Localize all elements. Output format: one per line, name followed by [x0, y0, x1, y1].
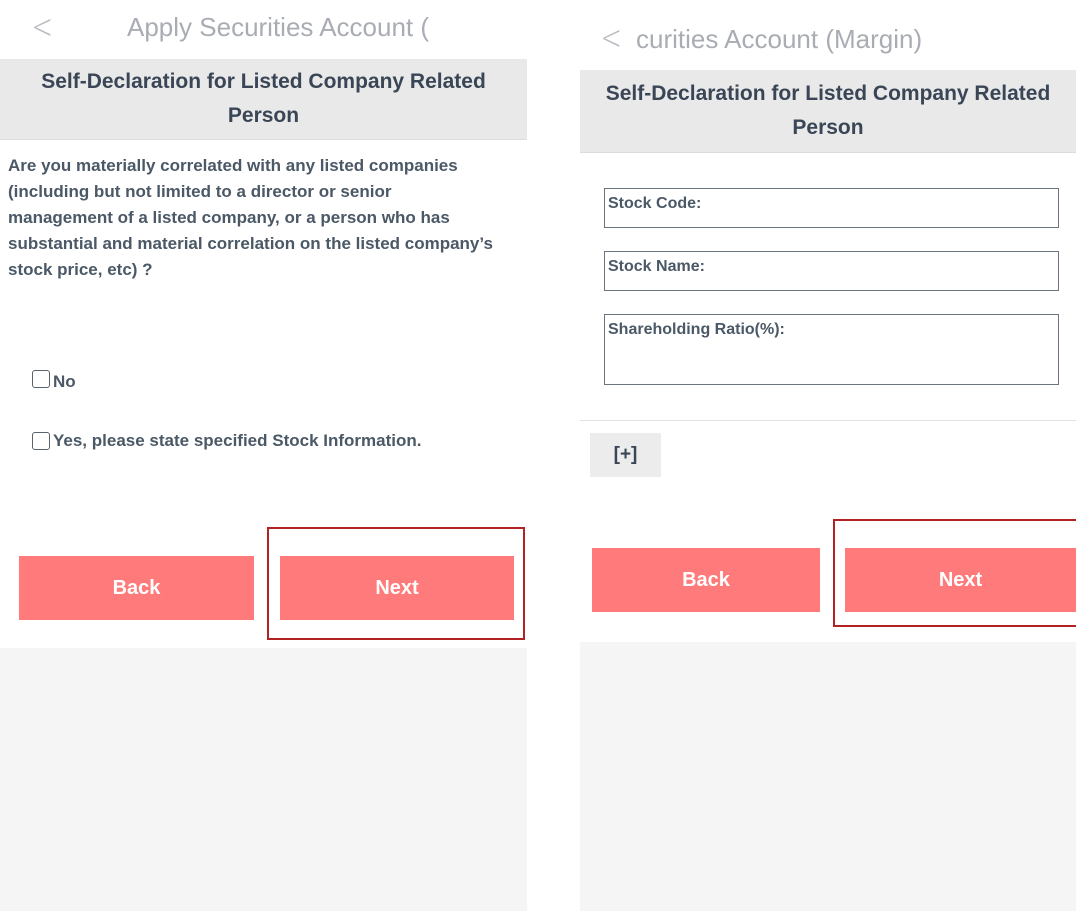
checkbox-unchecked-icon[interactable]: [32, 370, 50, 388]
stock-name-field[interactable]: Stock Name:: [604, 251, 1059, 291]
page-title: curities Account (Margin): [636, 24, 923, 54]
back-button[interactable]: Back: [19, 556, 254, 620]
add-stock-button[interactable]: [+]: [590, 433, 661, 477]
section-header: Self-Declaration for Listed Company Rela…: [580, 70, 1076, 153]
option-yes-label: Yes, please state specified Stock Inform…: [53, 431, 422, 450]
question-text: Are you materially correlated with any l…: [8, 156, 493, 279]
divider: [580, 420, 1076, 421]
shareholding-ratio-label: Shareholding Ratio(%):: [608, 321, 785, 338]
stock-code-label: Stock Code:: [608, 195, 702, 212]
empty-area: [580, 642, 1076, 911]
empty-area: [0, 648, 527, 911]
section-header-text: Self-Declaration for Listed Company Rela…: [41, 70, 486, 127]
section-header: Self-Declaration for Listed Company Rela…: [0, 59, 527, 140]
back-button[interactable]: Back: [592, 548, 820, 612]
right-screen: < curities Account (Margin) Self-Declara…: [580, 0, 1076, 911]
stock-name-label: Stock Name:: [608, 258, 705, 275]
option-no[interactable]: No: [32, 366, 76, 392]
top-bar: < Apply Securities Account (: [0, 0, 527, 52]
top-bar: < curities Account (Margin): [580, 12, 1076, 62]
page-title: Apply Securities Account (: [127, 12, 430, 42]
section-header-text: Self-Declaration for Listed Company Rela…: [605, 82, 1051, 139]
stock-code-field[interactable]: Stock Code:: [604, 188, 1059, 228]
shareholding-ratio-field[interactable]: Shareholding Ratio(%):: [604, 314, 1059, 385]
chevron-left-icon[interactable]: <: [601, 21, 622, 55]
option-no-label: No: [53, 372, 76, 391]
next-button-highlight: [267, 527, 525, 640]
next-button-highlight: [833, 519, 1076, 627]
checkbox-unchecked-icon[interactable]: [32, 432, 50, 450]
left-screen: < Apply Securities Account ( Self-Declar…: [0, 0, 527, 911]
option-yes[interactable]: Yes, please state specified Stock Inform…: [32, 431, 421, 451]
chevron-left-icon[interactable]: <: [32, 10, 53, 44]
